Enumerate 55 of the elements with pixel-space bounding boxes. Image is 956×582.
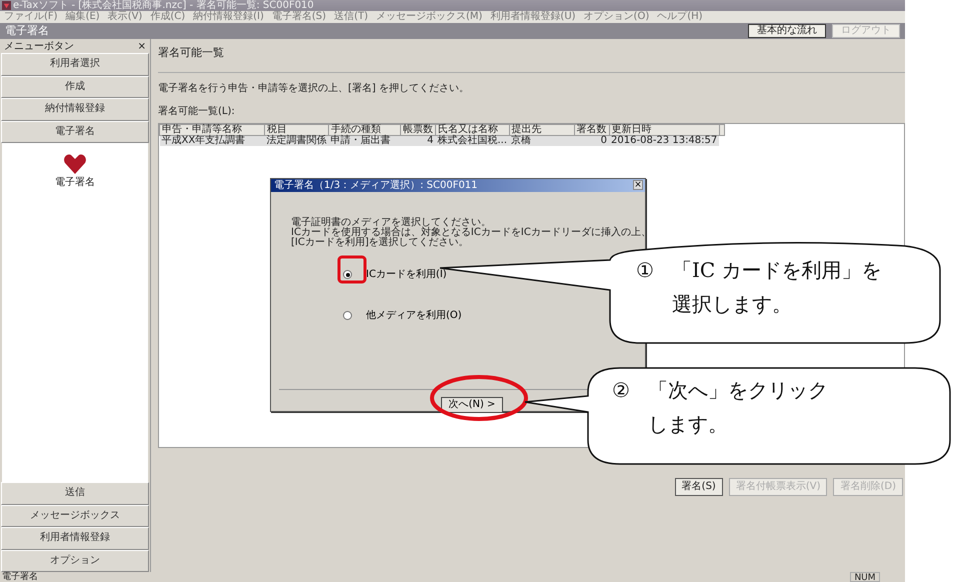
table-cell: 平成XX年支払調書: [160, 135, 264, 146]
column-header[interactable]: 署名数: [574, 124, 610, 135]
status-text: 電子署名: [2, 572, 38, 582]
table-cell: 2016-08-23 13:48:57: [609, 135, 720, 146]
menu-item[interactable]: 利用者情報登録(U): [490, 11, 576, 23]
next-button[interactable]: 次へ(N) >: [441, 397, 503, 413]
page-header: 電子署名: [5, 22, 49, 39]
action-button[interactable]: 署名(S): [674, 478, 723, 496]
sidebar-button[interactable]: オプション: [1, 550, 149, 572]
sidebar-title: メニューボタン: [4, 41, 74, 53]
list-label: 署名可能一覧(L):: [158, 104, 236, 118]
sidebar-button[interactable]: 電子署名: [1, 120, 149, 143]
highlight-frame: [338, 256, 366, 284]
header-button[interactable]: 基本的な流れ: [748, 24, 826, 38]
table-cell: 株式会社国税...: [436, 135, 510, 146]
sidebar-button[interactable]: 納付情報登録: [1, 98, 149, 120]
column-header[interactable]: 申告・申請等名称: [160, 124, 264, 135]
close-button[interactable]: ×: [633, 180, 643, 190]
radio-button[interactable]: [343, 311, 352, 320]
callout-number: ①: [636, 257, 654, 284]
status-indicator: NUM: [850, 572, 880, 582]
sidebar-button[interactable]: 利用者選択: [1, 53, 149, 76]
instruction-text: 電子署名を行う申告・申請等を選択の上、[署名] を押してください。: [158, 82, 470, 96]
section-title: 署名可能一覧: [158, 45, 905, 72]
message-line: [ICカードを利用]を選択してください。: [291, 238, 470, 248]
menu-item[interactable]: ヘルプ(H): [657, 11, 703, 23]
column-header[interactable]: 帳票数: [400, 124, 436, 135]
menu-item[interactable]: オプション(O): [584, 11, 650, 23]
menu-item[interactable]: 納付情報登録(I): [193, 11, 264, 23]
menu-item[interactable]: メッセージボックス(M): [376, 11, 482, 23]
message-line: 電子証明書のメディアを選択してください。: [291, 218, 492, 228]
menu-item[interactable]: 編集(E): [66, 11, 100, 23]
sidebar-button[interactable]: メッセージボックス: [1, 504, 149, 527]
radio-option[interactable]: 他メディアを利用(O): [343, 308, 462, 323]
callout-text: 「次へ」をクリックします。: [648, 377, 829, 438]
radio-button[interactable]: [343, 270, 352, 279]
column-header[interactable]: 手続の種類: [328, 124, 400, 135]
close-button[interactable]: ×: [138, 41, 146, 53]
dialog-title: 電子署名（1/3：メディア選択）: SC00F011: [274, 179, 478, 192]
table-cell: 法定調書関係: [264, 135, 328, 146]
table-cell: 申請・届出書: [328, 135, 400, 146]
message-line: ICカードを使用する場合は、対象となるICカードをICカードリーダに挿入の上、: [291, 228, 645, 238]
sidebar-button[interactable]: 利用者情報登録: [1, 527, 149, 550]
callout-text: 「IC カードを利用」を選択します。: [672, 257, 883, 318]
column-header[interactable]: 氏名又は名称: [436, 124, 510, 135]
column-header[interactable]: 提出先: [509, 124, 574, 135]
app-icon: [2, 1, 11, 10]
sidebar-button[interactable]: 作成: [1, 76, 149, 98]
heart-icon[interactable]: [63, 153, 87, 175]
table-cell: 0: [574, 135, 610, 146]
callout-number: ②: [612, 377, 630, 404]
sidebar-panel-label[interactable]: 電子署名: [55, 175, 95, 190]
sidebar-button[interactable]: 送信: [1, 482, 149, 504]
table-cell: 京橋: [509, 135, 574, 146]
column-header[interactable]: 税目: [264, 124, 328, 135]
